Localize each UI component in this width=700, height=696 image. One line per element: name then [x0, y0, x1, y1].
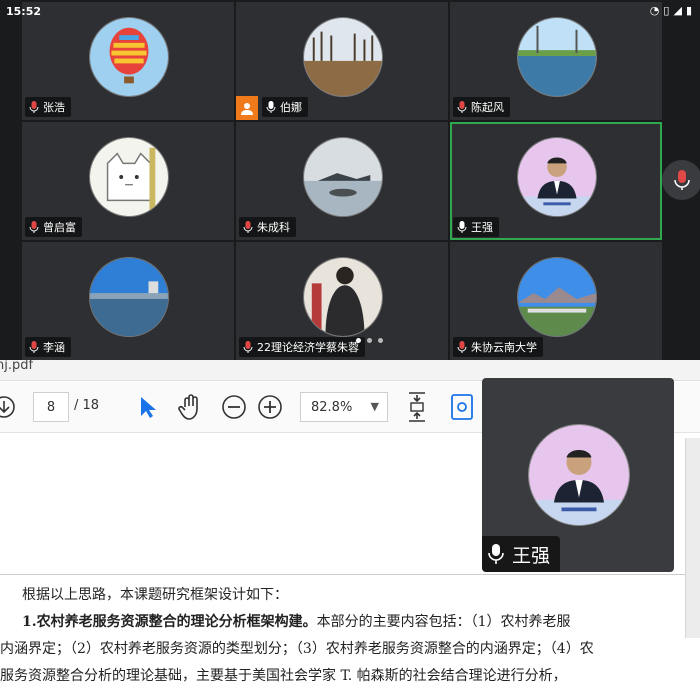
participant-name: 陈起风 — [471, 101, 504, 114]
document-text: 根据以上思路，本课题研究框架设计如下： 1.农村养老服务资源整合的理论分析框架构… — [0, 582, 700, 690]
host-badge — [236, 96, 258, 120]
participant-name: 李涵 — [43, 341, 65, 354]
zoom-in-button[interactable] — [256, 392, 284, 422]
mic-on-icon — [456, 220, 468, 234]
page-dot-active — [356, 338, 361, 343]
mic-on-icon — [488, 544, 504, 564]
participant-tile[interactable]: 朱成科 — [236, 122, 448, 240]
name-tag: 王强 — [482, 536, 561, 572]
side-panel-edge[interactable] — [685, 438, 700, 638]
name-tag: 李涵 — [25, 337, 71, 357]
page-dot — [378, 338, 383, 343]
zoom-out-button[interactable] — [220, 392, 248, 422]
doc-line-3: 内涵界定；（2）农村养老服务资源的类型划分；（3）农村养老服务资源整合的内涵界定… — [0, 641, 594, 657]
name-tag: 张浩 — [25, 97, 71, 117]
mic-muted-icon — [674, 170, 690, 190]
page-indicator[interactable] — [356, 338, 383, 343]
mic-muted-icon — [28, 220, 40, 234]
fit-page-icon — [409, 392, 425, 422]
page-settings-icon — [451, 394, 473, 420]
name-tag: 朱协云南大学 — [453, 337, 543, 357]
hand-tool-button[interactable] — [174, 392, 208, 422]
name-tag: 陈起风 — [453, 97, 510, 117]
participant-tile[interactable]: 伯娜 — [236, 2, 448, 120]
participant-name: 曾启富 — [43, 221, 76, 234]
speaker-name: 王强 — [512, 544, 551, 567]
avatar — [303, 137, 383, 217]
mute-toggle-button[interactable] — [662, 160, 700, 200]
name-tag: 伯娜 — [262, 97, 308, 117]
avatar — [303, 257, 383, 337]
page-settings-button[interactable] — [448, 392, 476, 422]
doc-line-1: 根据以上思路，本课题研究框架设计如下： — [22, 587, 288, 603]
participant-tile[interactable]: 朱协云南大学 — [450, 242, 662, 360]
page-total: / 18 — [74, 398, 100, 413]
doc-title: hj.pdf — [0, 360, 34, 373]
avatar — [517, 137, 597, 217]
mic-muted-icon — [456, 100, 468, 114]
hand-icon — [178, 394, 198, 420]
zoom-out-icon — [222, 395, 246, 419]
participant-grid: 张浩 伯娜 陈起风 曾启富 朱成科 王强 李涵 22理论经济学蔡朱蓉 朱协云南大… — [0, 0, 700, 360]
name-tag: 朱成科 — [239, 217, 296, 237]
mic-muted-icon — [28, 100, 40, 114]
floating-speaker-video[interactable]: 王强 — [482, 378, 674, 572]
person-icon — [241, 103, 253, 115]
participant-name: 伯娜 — [280, 101, 302, 114]
chevron-down-icon: ▼ — [370, 400, 379, 413]
mic-muted-icon — [242, 340, 254, 354]
avatar — [89, 257, 169, 337]
participant-name: 22理论经济学蔡朱蓉 — [257, 341, 359, 354]
participant-tile[interactable]: 22理论经济学蔡朱蓉 — [236, 242, 448, 360]
participant-tile[interactable]: 曾启富 — [22, 122, 234, 240]
doc-line-2: 1.农村养老服务资源整合的理论分析框架构建。本部分的主要内容包括：（1）农村养老… — [0, 609, 700, 636]
zoom-level-value: 82.8% — [311, 399, 353, 415]
participant-name: 朱协云南大学 — [471, 341, 537, 354]
cursor-arrow-icon — [141, 397, 156, 418]
participant-name: 王强 — [471, 221, 493, 234]
doc-line-2-rest: 本部分的主要内容包括：（1）农村养老服 — [316, 614, 571, 630]
mic-on-icon — [265, 100, 277, 114]
download-button[interactable] — [0, 392, 18, 422]
mic-muted-icon — [456, 340, 468, 354]
participant-tile[interactable]: 陈起风 — [450, 2, 662, 120]
download-icon — [0, 396, 15, 418]
select-tool-button[interactable] — [136, 392, 160, 422]
participant-tile[interactable]: 李涵 — [22, 242, 234, 360]
mic-muted-icon — [242, 220, 254, 234]
name-tag: 王强 — [453, 217, 499, 237]
avatar — [517, 17, 597, 97]
doc-line-4: 服务资源整合分析的理论基础，主要基于美国社会学家 T. 帕森斯的社会结合理论进行… — [0, 668, 567, 684]
avatar — [528, 424, 630, 526]
zoom-in-icon — [258, 395, 282, 419]
doc-section-heading: 1.农村养老服务资源整合的理论分析框架构建。 — [22, 614, 317, 630]
avatar — [89, 137, 169, 217]
participant-tile[interactable]: 张浩 — [22, 2, 234, 120]
participant-name: 朱成科 — [257, 221, 290, 234]
avatar — [303, 17, 383, 97]
participant-tile-active[interactable]: 王强 — [450, 122, 662, 240]
page-number-input[interactable]: 8 — [33, 392, 69, 422]
fit-page-button[interactable] — [402, 392, 432, 422]
name-tag: 曾启富 — [25, 217, 82, 237]
mic-muted-icon — [28, 340, 40, 354]
name-tag: 22理论经济学蔡朱蓉 — [239, 337, 365, 357]
avatar — [89, 17, 169, 97]
page-dot — [367, 338, 372, 343]
participant-name: 张浩 — [43, 101, 65, 114]
page-top-border — [0, 574, 700, 575]
zoom-level-select[interactable]: 82.8% ▼ — [300, 392, 388, 422]
avatar — [517, 257, 597, 337]
